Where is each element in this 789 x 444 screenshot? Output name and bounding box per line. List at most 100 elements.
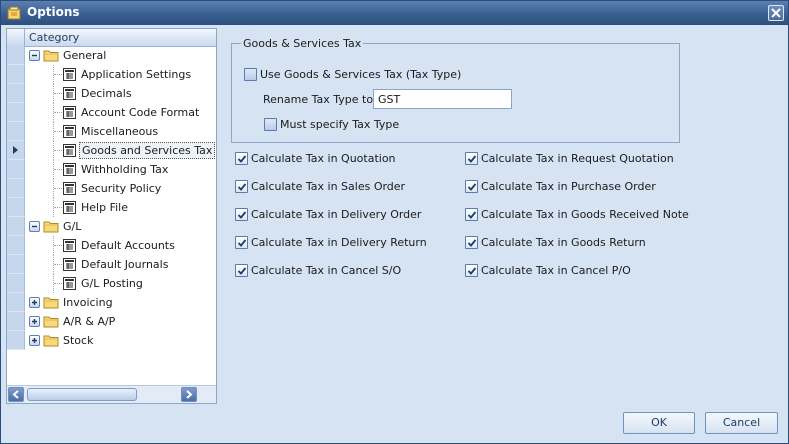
- row-selector[interactable]: [7, 65, 25, 84]
- check-icon: [467, 239, 477, 247]
- tree-row[interactable]: Stock: [7, 331, 216, 350]
- calculate-tax-checkbox[interactable]: [465, 264, 478, 277]
- row-selector[interactable]: [7, 331, 25, 350]
- check-icon: [467, 267, 477, 275]
- row-selector[interactable]: [7, 198, 25, 217]
- collapse-icon[interactable]: [29, 221, 40, 232]
- calculate-tax-label: Calculate Tax in Purchase Order: [481, 180, 656, 193]
- settings-page-icon: [63, 68, 76, 81]
- calculate-tax-checkbox[interactable]: [465, 236, 478, 249]
- close-button[interactable]: [768, 5, 784, 21]
- tree-node-label: Default Journals: [81, 258, 169, 271]
- tree-row[interactable]: Miscellaneous: [7, 122, 216, 141]
- row-selector[interactable]: [7, 236, 25, 255]
- cancel-button[interactable]: Cancel: [705, 412, 778, 434]
- tree-row[interactable]: Default Accounts: [7, 236, 216, 255]
- scroll-left-button[interactable]: [8, 387, 24, 402]
- expand-icon[interactable]: [29, 335, 40, 346]
- tree-line: [54, 283, 62, 284]
- row-selector[interactable]: [7, 274, 25, 293]
- settings-panel: Goods & Services Tax Use Goods & Service…: [223, 28, 785, 404]
- check-icon: [237, 239, 247, 247]
- tree-row[interactable]: Withholding Tax: [7, 160, 216, 179]
- rename-tax-type-value: GST: [378, 93, 401, 106]
- row-selector[interactable]: [7, 160, 25, 179]
- tree-node-label: General: [63, 49, 107, 62]
- row-selector-header: [7, 29, 25, 46]
- tree-row[interactable]: Invoicing: [7, 293, 216, 312]
- row-selector[interactable]: [7, 141, 25, 160]
- row-selector[interactable]: [7, 293, 25, 312]
- tree-line: [54, 112, 62, 113]
- tree-row[interactable]: A/R & A/P: [7, 312, 216, 331]
- calculate-tax-checkbox[interactable]: [235, 152, 248, 165]
- folder-icon: [43, 335, 59, 347]
- rename-tax-type-input[interactable]: GST: [373, 89, 512, 109]
- tree-node-label: Stock: [63, 334, 94, 347]
- expand-icon[interactable]: [29, 297, 40, 308]
- calculate-tax-label: Calculate Tax in Delivery Return: [251, 236, 427, 249]
- must-specify-tax-type-checkbox[interactable]: [264, 118, 277, 131]
- tree-row[interactable]: Account Code Format: [7, 103, 216, 122]
- calculate-tax-checkbox[interactable]: [235, 208, 248, 221]
- tree-line: [54, 245, 62, 246]
- check-icon: [237, 155, 247, 163]
- row-selector[interactable]: [7, 217, 25, 236]
- settings-page-icon: [63, 87, 76, 100]
- settings-page-icon: [63, 182, 76, 195]
- row-selector[interactable]: [7, 179, 25, 198]
- tree-line: [54, 131, 62, 132]
- horizontal-scrollbar[interactable]: [7, 385, 216, 403]
- tree-node-label-selected: Goods and Services Tax: [79, 142, 216, 159]
- row-selector[interactable]: [7, 312, 25, 331]
- tree-row[interactable]: G/L Posting: [7, 274, 216, 293]
- scroll-thumb[interactable]: [27, 388, 137, 401]
- tree-line: [54, 93, 62, 94]
- row-selector[interactable]: [7, 122, 25, 141]
- tree-node-label: Account Code Format: [81, 106, 200, 119]
- tree-line: [54, 169, 62, 170]
- folder-icon: [43, 50, 59, 62]
- calculate-tax-checkbox[interactable]: [235, 236, 248, 249]
- scroll-right-button[interactable]: [181, 387, 197, 402]
- settings-page-icon: [63, 239, 76, 252]
- tree-row[interactable]: Help File: [7, 198, 216, 217]
- calculate-tax-checkbox[interactable]: [235, 264, 248, 277]
- calculate-tax-label: Calculate Tax in Request Quotation: [481, 152, 674, 165]
- category-tree[interactable]: Category General Application Settings Deci…: [6, 28, 217, 404]
- tree-node-label: Invoicing: [63, 296, 113, 309]
- use-gst-checkbox[interactable]: [244, 68, 257, 81]
- row-selector[interactable]: [7, 84, 25, 103]
- tree-node-label: Miscellaneous: [81, 125, 159, 138]
- tree-row[interactable]: Default Journals: [7, 255, 216, 274]
- tree-node-label: Default Accounts: [81, 239, 175, 252]
- calculate-tax-checkbox[interactable]: [235, 180, 248, 193]
- collapse-icon[interactable]: [29, 50, 40, 61]
- tree-row[interactable]: General: [7, 46, 216, 65]
- row-selector[interactable]: [7, 103, 25, 122]
- tree-row[interactable]: G/L: [7, 217, 216, 236]
- row-selector[interactable]: [7, 46, 25, 65]
- row-selector[interactable]: [7, 255, 25, 274]
- tree-node-label: G/L: [63, 220, 82, 233]
- check-icon: [467, 155, 477, 163]
- tree-row[interactable]: Application Settings: [7, 65, 216, 84]
- tree-row[interactable]: Security Policy: [7, 179, 216, 198]
- calculate-tax-checkbox[interactable]: [465, 208, 478, 221]
- tree-line: [54, 207, 62, 208]
- expand-icon[interactable]: [29, 316, 40, 327]
- calculate-tax-label: Calculate Tax in Goods Received Note: [481, 208, 689, 221]
- calculate-tax-checkbox[interactable]: [465, 152, 478, 165]
- tree-row[interactable]: Goods and Services Tax: [7, 141, 216, 160]
- calculate-tax-checkbox[interactable]: [465, 180, 478, 193]
- tree-header: Category: [7, 29, 216, 47]
- ok-button[interactable]: OK: [623, 412, 695, 434]
- check-icon: [237, 267, 247, 275]
- check-icon: [467, 183, 477, 191]
- folder-icon: [43, 316, 59, 328]
- check-icon: [237, 183, 247, 191]
- tree-node-label: Withholding Tax: [81, 163, 169, 176]
- settings-page-icon: [63, 163, 76, 176]
- tree-row[interactable]: Decimals: [7, 84, 216, 103]
- tree-line: [54, 188, 62, 189]
